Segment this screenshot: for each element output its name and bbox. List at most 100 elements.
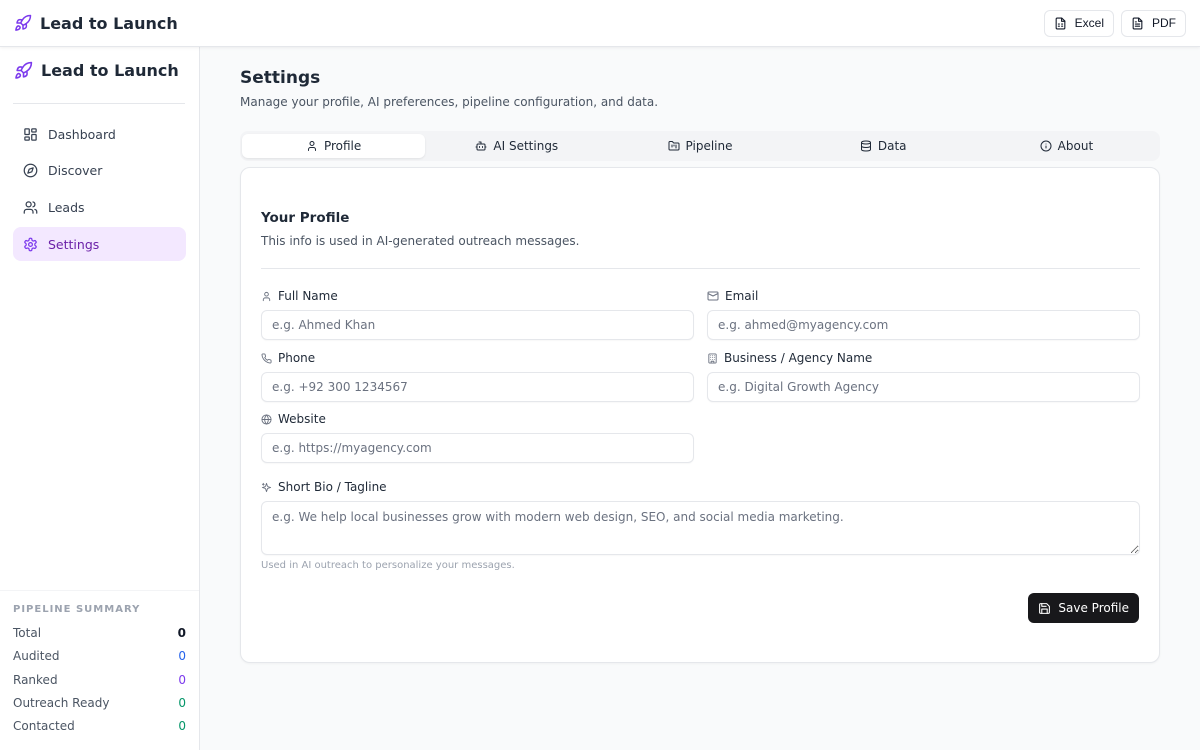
file-text-icon bbox=[1131, 17, 1144, 30]
export-excel-button[interactable]: Excel bbox=[1043, 9, 1114, 37]
full-name-field-group: Full Name bbox=[261, 288, 694, 340]
full-name-label: Full Name bbox=[261, 288, 694, 304]
summary-value: 0 bbox=[177, 626, 186, 640]
tab-pipeline[interactable]: Pipeline bbox=[608, 134, 791, 158]
website-label: Website bbox=[261, 411, 694, 427]
bio-textarea[interactable] bbox=[261, 501, 1140, 555]
phone-label-text: Phone bbox=[278, 351, 316, 365]
summary-label: Audited bbox=[13, 649, 60, 664]
bio-label-text: Short Bio / Tagline bbox=[278, 480, 387, 494]
business-label: Business / Agency Name bbox=[707, 350, 1140, 366]
full-name-label-text: Full Name bbox=[278, 289, 338, 303]
sidebar-item-label: Discover bbox=[48, 163, 103, 179]
summary-value: 0 bbox=[178, 719, 186, 734]
file-spreadsheet-icon bbox=[1054, 17, 1067, 30]
sparkles-icon bbox=[261, 482, 272, 493]
pdf-label: PDF bbox=[1152, 16, 1176, 30]
summary-row-total: Total 0 bbox=[13, 626, 186, 649]
summary-row-contacted: Contacted 0 bbox=[13, 719, 186, 742]
page-subtitle: Manage your profile, AI preferences, pip… bbox=[240, 95, 659, 109]
compass-icon bbox=[23, 163, 38, 178]
sidebar-item-leads[interactable]: Leads bbox=[13, 190, 186, 224]
save-profile-button[interactable]: Save Profile bbox=[1028, 593, 1139, 623]
tab-profile[interactable]: Profile bbox=[242, 134, 426, 158]
sidebar-brand[interactable]: Lead to Launch bbox=[14, 61, 179, 80]
rocket-icon bbox=[14, 14, 32, 32]
pipeline-summary: PIPELINE SUMMARY Total 0 Audited 0 Ranke… bbox=[0, 590, 199, 742]
save-icon bbox=[1038, 602, 1051, 615]
summary-value: 0 bbox=[178, 695, 186, 710]
phone-field-group: Phone bbox=[261, 350, 694, 402]
phone-label: Phone bbox=[261, 350, 694, 366]
info-icon bbox=[1040, 140, 1052, 152]
pipeline-summary-title: PIPELINE SUMMARY bbox=[13, 604, 141, 615]
sidebar-item-discover[interactable]: Discover bbox=[13, 154, 186, 188]
website-input[interactable] bbox=[261, 433, 694, 463]
folder-kanban-icon bbox=[668, 140, 680, 152]
sidebar-item-label: Dashboard bbox=[48, 126, 116, 142]
globe-icon bbox=[261, 413, 272, 425]
email-label-text: Email bbox=[725, 289, 759, 303]
profile-card-title: Your Profile bbox=[261, 210, 350, 226]
database-icon bbox=[860, 140, 872, 152]
top-bar: Lead to Launch Excel PDF bbox=[0, 0, 1200, 47]
phone-icon bbox=[261, 352, 272, 364]
full-name-input[interactable] bbox=[261, 310, 694, 340]
app-brand[interactable]: Lead to Launch bbox=[14, 14, 178, 33]
summary-value: 0 bbox=[178, 672, 186, 687]
users-icon bbox=[23, 200, 38, 215]
website-field-group: Website bbox=[261, 411, 694, 463]
summary-row-outreach-ready: Outreach Ready 0 bbox=[13, 696, 186, 719]
gear-icon bbox=[23, 237, 38, 252]
email-label: Email bbox=[707, 288, 1140, 304]
summary-label: Ranked bbox=[13, 672, 58, 687]
profile-card: Your Profile This info is used in AI-gen… bbox=[240, 167, 1160, 663]
user-icon bbox=[261, 291, 272, 302]
export-pdf-button[interactable]: PDF bbox=[1121, 9, 1186, 37]
tab-label: About bbox=[1057, 139, 1094, 153]
card-divider bbox=[261, 268, 1140, 269]
sidebar-item-settings[interactable]: Settings bbox=[13, 227, 186, 262]
export-actions: Excel PDF bbox=[1043, 9, 1186, 37]
website-label-text: Website bbox=[278, 412, 326, 426]
sidebar-divider bbox=[13, 103, 185, 104]
business-field-group: Business / Agency Name bbox=[707, 350, 1140, 402]
sidebar-brand-title: Lead to Launch bbox=[41, 61, 179, 80]
email-input[interactable] bbox=[707, 310, 1140, 340]
save-profile-label: Save Profile bbox=[1058, 601, 1129, 615]
user-icon bbox=[306, 140, 318, 152]
sidebar-item-label: Leads bbox=[48, 199, 85, 215]
bot-icon bbox=[475, 140, 487, 152]
tab-label: Profile bbox=[323, 139, 362, 153]
summary-label: Outreach Ready bbox=[13, 695, 110, 710]
tab-ai-settings[interactable]: AI Settings bbox=[425, 134, 608, 158]
tab-label: Pipeline bbox=[685, 139, 733, 153]
summary-row-audited: Audited 0 bbox=[13, 649, 186, 672]
sidebar-item-dashboard[interactable]: Dashboard bbox=[13, 117, 186, 151]
business-name-input[interactable] bbox=[707, 372, 1140, 402]
page-title: Settings bbox=[240, 68, 321, 88]
email-field-group: Email bbox=[707, 288, 1140, 340]
summary-label: Total bbox=[13, 626, 42, 640]
bio-label: Short Bio / Tagline bbox=[261, 479, 1140, 495]
app-title: Lead to Launch bbox=[40, 13, 178, 33]
phone-input[interactable] bbox=[261, 372, 694, 402]
summary-value: 0 bbox=[178, 649, 186, 664]
tab-label: Data bbox=[877, 139, 907, 153]
tab-about[interactable]: About bbox=[975, 134, 1158, 158]
bio-field-group: Short Bio / Tagline bbox=[261, 479, 1140, 555]
business-label-text: Business / Agency Name bbox=[724, 351, 873, 365]
tab-data[interactable]: Data bbox=[792, 134, 975, 158]
mail-icon bbox=[707, 290, 719, 302]
dashboard-icon bbox=[23, 127, 38, 142]
profile-card-description: This info is used in AI-generated outrea… bbox=[261, 234, 580, 248]
bio-hint: Used in AI outreach to personalize your … bbox=[261, 560, 515, 571]
building-icon bbox=[707, 352, 718, 364]
rocket-icon bbox=[14, 61, 33, 80]
excel-label: Excel bbox=[1074, 16, 1104, 30]
settings-tabs: Profile AI Settings Pipeline Data About bbox=[240, 131, 1160, 161]
summary-label: Contacted bbox=[13, 719, 75, 734]
sidebar-nav: Dashboard Discover Leads Settings bbox=[13, 117, 186, 264]
tab-label: AI Settings bbox=[493, 139, 559, 153]
sidebar-item-label: Settings bbox=[48, 236, 100, 252]
